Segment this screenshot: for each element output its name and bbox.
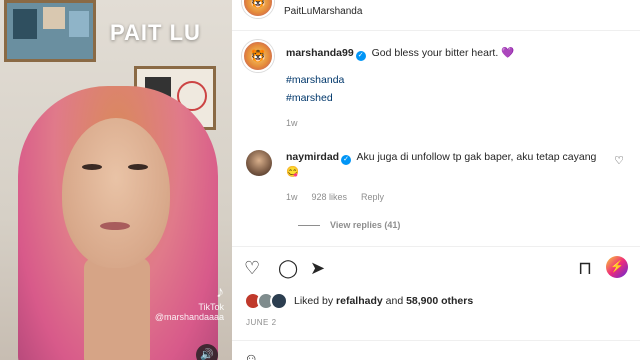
comment-likes-count[interactable]: 928 likes — [312, 192, 348, 202]
view-replies-button[interactable]: View replies (41) — [298, 220, 400, 230]
likes-middle: and — [382, 295, 407, 307]
tiktok-handle: @marshandaaaa — [154, 312, 224, 322]
likes-count-link[interactable]: 58,900 others — [406, 295, 473, 307]
verified-badge-icon: ✓ — [355, 51, 366, 61]
likes-prefix: Liked by — [294, 295, 337, 307]
post-actions: ♡ ◯ ➤ ⊓ ⚡ — [242, 256, 632, 282]
boost-icon[interactable]: ⚡ — [606, 256, 628, 278]
post-detail-panel: 🐯 PaitLuMarshanda 🐯 marshanda99 ✓ God ble… — [232, 0, 640, 360]
reply-button[interactable]: Reply — [361, 192, 384, 202]
comment-timestamp[interactable]: 1w — [286, 192, 298, 202]
sound-toggle-icon[interactable]: 🔊 — [196, 344, 218, 360]
comment-meta: 1w 928 likes Reply — [286, 192, 384, 202]
person-neck — [84, 258, 150, 360]
replies-line — [298, 224, 320, 226]
share-icon[interactable]: ➤ — [310, 256, 325, 280]
tiktok-watermark: ♪ TikTok @marshandaaaa — [155, 284, 224, 322]
post-media[interactable]: PAIT LU ♪ TikTok @marshandaaaa 🔊 — [0, 0, 232, 360]
comment-icon[interactable]: ◯ — [278, 256, 298, 280]
comment-like-icon[interactable]: ♡ — [614, 154, 624, 167]
liker-username[interactable]: refalhady — [336, 295, 383, 307]
caption-text: marshanda99 ✓ God bless your bitter heart… — [286, 46, 616, 105]
post-date: JUNE 2 — [246, 318, 277, 327]
verified-badge-icon: ✓ — [341, 155, 352, 165]
likes-text: Liked by refalhady and 58,900 others — [294, 295, 473, 307]
person-face — [62, 118, 170, 268]
divider — [232, 340, 640, 341]
like-icon[interactable]: ♡ — [244, 256, 260, 280]
post-partial-username[interactable]: PaitLuMarshanda — [284, 6, 362, 17]
video-overlay-title: PAIT LU — [110, 20, 201, 45]
caption-timestamp[interactable]: 1w — [286, 118, 298, 128]
save-bookmark-icon[interactable]: ⊓ — [578, 256, 592, 280]
caption-username[interactable]: marshanda99 — [286, 47, 354, 59]
liker-avatars[interactable] — [244, 292, 290, 310]
hashtag-link[interactable]: #marshanda — [286, 73, 616, 87]
tiktok-label: TikTok — [198, 302, 224, 312]
caption-body: God bless your bitter heart. 💜 — [371, 47, 515, 59]
divider — [232, 246, 640, 247]
wall-frame — [4, 0, 96, 62]
tiktok-icon: ♪ — [216, 284, 224, 301]
comment-username[interactable]: naymirdad — [286, 151, 339, 163]
emoji-icon[interactable]: ☺ — [244, 350, 258, 360]
caption-author-avatar[interactable]: 🐯 — [242, 40, 274, 72]
comment-text: naymirdad ✓ Aku juga di unfollow tp gak b… — [286, 150, 606, 180]
hashtag-link[interactable]: #marshed — [286, 91, 616, 105]
likes-summary: Liked by refalhady and 58,900 others — [244, 292, 473, 310]
divider — [232, 30, 640, 31]
view-replies-label[interactable]: View replies (41) — [330, 220, 400, 230]
commenter-avatar[interactable] — [246, 150, 272, 176]
author-avatar[interactable]: 🐯 — [242, 0, 274, 18]
